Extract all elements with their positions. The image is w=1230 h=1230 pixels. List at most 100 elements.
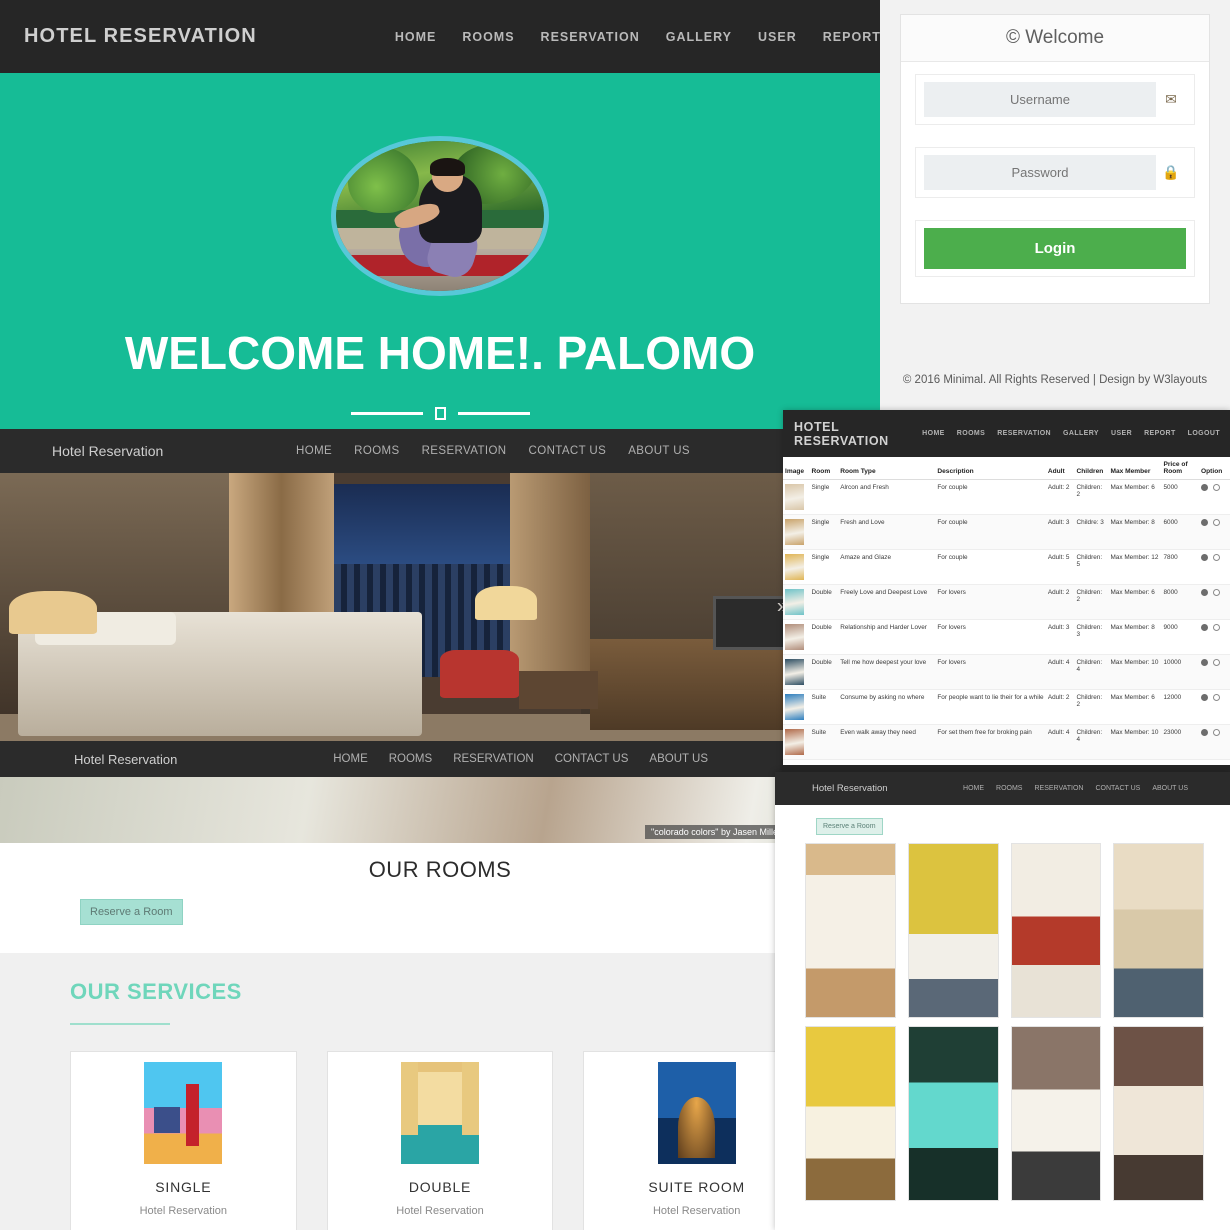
- gallery-image-2[interactable]: [907, 843, 999, 1018]
- room-thumbnail-cell: [783, 549, 810, 585]
- divider-square-icon: [434, 407, 446, 420]
- room-thumbnail-cell: [783, 514, 810, 550]
- gw-nav-about[interactable]: ABOUT US: [1152, 785, 1188, 792]
- room-type-cell: Amaze and Glaze: [838, 549, 936, 585]
- gw-nav-rooms[interactable]: ROOMS: [996, 785, 1022, 792]
- avatar-photo: [336, 141, 544, 291]
- site2-nav-rooms[interactable]: ROOMS: [389, 753, 432, 765]
- rw-nav-reservation[interactable]: RESERVATION: [997, 430, 1051, 437]
- table-row[interactable]: Single Amaze and Glaze For couple Adult: 5C…: [783, 549, 1230, 585]
- rw-nav-home[interactable]: HOME: [922, 430, 945, 437]
- login-button[interactable]: Login: [924, 228, 1186, 269]
- service-card-single[interactable]: SINGLE Hotel Reservation Reserve a Room!: [70, 1051, 297, 1230]
- gw-nav-home[interactable]: HOME: [963, 785, 984, 792]
- rw-nav-logout[interactable]: LOGOUT: [1188, 430, 1220, 437]
- gallery-image-7[interactable]: [1010, 1026, 1102, 1201]
- nav-report[interactable]: REPORT: [823, 30, 880, 44]
- table-row[interactable]: Double Relationship and Harder Lover For l…: [783, 619, 1230, 655]
- adult-cell: Adult: 2: [1045, 479, 1075, 515]
- hero-slider-image: »: [0, 473, 880, 741]
- admin-brand: HOTEL RESERVATION: [24, 25, 257, 47]
- delete-icon[interactable]: [1213, 519, 1221, 526]
- gallery-image-1[interactable]: [805, 843, 896, 1018]
- service-card-title: SINGLE: [155, 1179, 212, 1195]
- site-nav-home[interactable]: HOME: [296, 445, 332, 457]
- rw-nav-rooms[interactable]: ROOMS: [957, 430, 985, 437]
- delete-icon[interactable]: [1213, 659, 1221, 666]
- delete-icon[interactable]: [1213, 624, 1221, 631]
- delete-icon[interactable]: [1213, 694, 1221, 701]
- col-room: Room: [809, 457, 839, 480]
- gallery-image-5[interactable]: [805, 1026, 896, 1201]
- room-thumbnail-cell: [783, 724, 810, 760]
- site-nav-contact[interactable]: CONTACT US: [529, 445, 607, 457]
- site-navbar-top: Hotel Reservation HOME ROOMS RESERVATION…: [0, 429, 880, 473]
- edit-icon[interactable]: [1201, 589, 1209, 596]
- gw-nav-contact[interactable]: CONTACT US: [1095, 785, 1140, 792]
- rw-nav-gallery[interactable]: GALLERY: [1063, 430, 1099, 437]
- delete-icon[interactable]: [1213, 554, 1221, 561]
- site-nav-reservation[interactable]: RESERVATION: [422, 445, 507, 457]
- edit-icon[interactable]: [1201, 484, 1209, 491]
- site2-nav-reservation[interactable]: RESERVATION: [453, 753, 534, 765]
- table-row[interactable]: Single Fresh and Love For couple Adult: 3 Ch…: [783, 514, 1230, 550]
- login-title: © Welcome: [901, 15, 1209, 62]
- table-row[interactable]: Double Freely Love and Deepest Love For lo…: [783, 584, 1230, 620]
- delete-icon[interactable]: [1213, 484, 1221, 491]
- gallery-image-3[interactable]: [1010, 843, 1102, 1018]
- nav-gallery[interactable]: GALLERY: [666, 30, 732, 44]
- room-thumbnail: [785, 659, 804, 685]
- rooms-window-nav: HOME ROOMS RESERVATION GALLERY USER REPO…: [922, 430, 1230, 437]
- delete-icon[interactable]: [1213, 589, 1221, 596]
- site-nav-rooms[interactable]: ROOMS: [354, 445, 399, 457]
- site2-nav-home[interactable]: HOME: [333, 753, 368, 765]
- room-type-cell: Relationship and Harder Lover: [838, 619, 936, 655]
- service-card-double[interactable]: DOUBLE Hotel Reservation Reserve a Room!: [326, 1051, 554, 1230]
- gallery-image-8[interactable]: [1113, 1026, 1204, 1201]
- rw-nav-report[interactable]: REPORT: [1144, 430, 1176, 437]
- reserve-a-room-chip[interactable]: Reserve a Room: [80, 899, 183, 925]
- edit-icon[interactable]: [1201, 729, 1209, 736]
- site-nav-about[interactable]: ABOUT US: [628, 445, 690, 457]
- site2-nav-about[interactable]: ABOUT US: [649, 753, 708, 765]
- children-cell: Children: 2: [1074, 689, 1109, 725]
- site-brand-2: Hotel Reservation: [74, 751, 178, 767]
- gallery-image-6[interactable]: [907, 1026, 999, 1201]
- gw-nav-reservation[interactable]: RESERVATION: [1034, 785, 1083, 792]
- table-row[interactable]: Suite Even walk away they need For set the…: [783, 724, 1230, 760]
- rooms-window-brand: HOTEL RESERVATION: [794, 419, 889, 448]
- option-cell: [1199, 514, 1230, 550]
- edit-icon[interactable]: [1201, 624, 1209, 631]
- username-input[interactable]: [924, 82, 1156, 117]
- edit-icon[interactable]: [1201, 659, 1209, 666]
- description-cell: For lovers: [935, 654, 1046, 690]
- table-row[interactable]: Suite Consume by asking no where For peopl…: [783, 689, 1230, 725]
- room-type-cell: Alrcon and Fresh: [838, 479, 936, 515]
- room-type-cell: Freely Love and Deepest Love: [838, 584, 936, 620]
- adult-cell: Adult: 3: [1045, 514, 1075, 550]
- max-member-cell: Max Member: 8: [1108, 619, 1162, 655]
- rw-nav-user[interactable]: USER: [1111, 430, 1132, 437]
- nav-home[interactable]: HOME: [395, 30, 437, 44]
- edit-icon[interactable]: [1201, 554, 1209, 561]
- edit-icon[interactable]: [1201, 694, 1209, 701]
- edit-icon[interactable]: [1201, 519, 1209, 526]
- gallery-image-4[interactable]: [1113, 843, 1204, 1018]
- room-type-cell: Even walk away they need: [838, 724, 936, 760]
- password-input[interactable]: [924, 155, 1156, 190]
- col-children: Children: [1074, 457, 1109, 480]
- delete-icon[interactable]: [1213, 729, 1221, 736]
- gallery-reserve-chip[interactable]: Reserve a Room: [816, 818, 883, 835]
- nav-rooms[interactable]: ROOMS: [462, 30, 514, 44]
- username-field-wrap: ✉: [915, 74, 1195, 125]
- option-cell: [1199, 654, 1230, 690]
- nav-user[interactable]: USER: [758, 30, 797, 44]
- table-row[interactable]: Double Tell me how deepest your love For l…: [783, 654, 1230, 690]
- site2-nav-contact[interactable]: CONTACT US: [555, 753, 629, 765]
- col-option: Option: [1199, 457, 1230, 480]
- nav-reservation[interactable]: RESERVATION: [541, 30, 640, 44]
- room-thumbnail-cell: [783, 479, 810, 515]
- divider-line-left: [350, 412, 423, 415]
- page-title: WELCOME HOME!. PALOMO: [124, 327, 756, 379]
- table-row[interactable]: Single Alrcon and Fresh For couple Adult: 2…: [783, 479, 1230, 515]
